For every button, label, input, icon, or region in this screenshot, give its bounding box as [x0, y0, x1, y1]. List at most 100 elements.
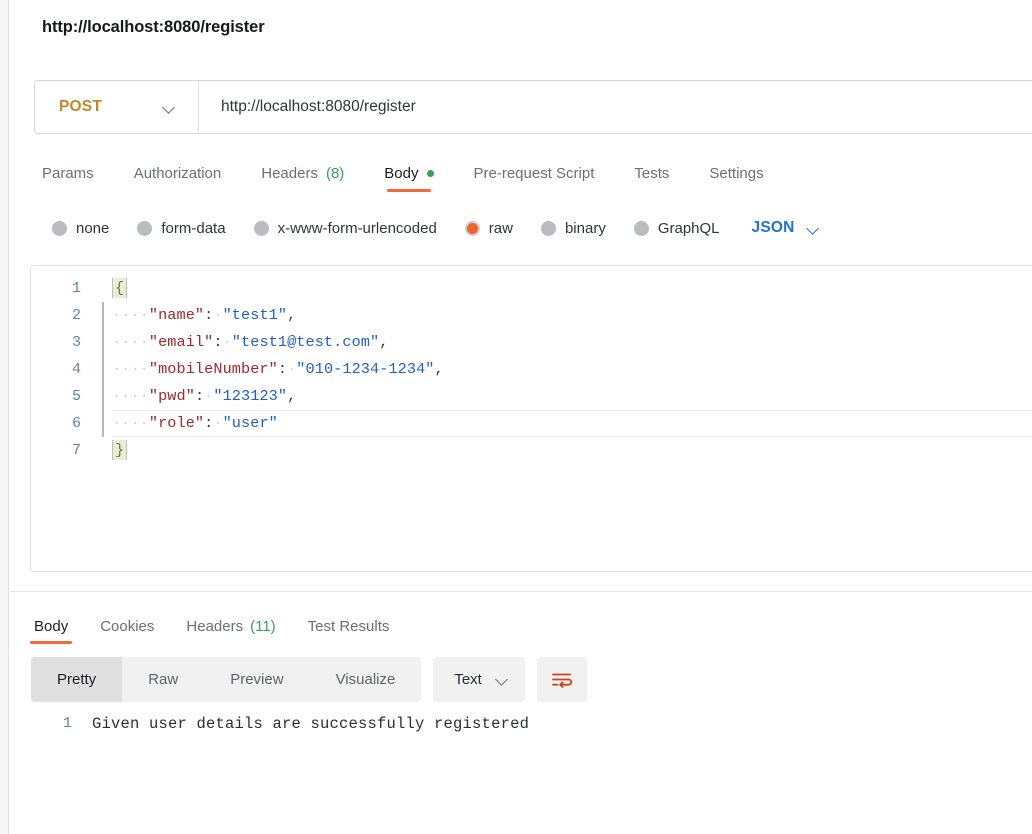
gap-ws: · [204, 387, 214, 405]
http-method-label: POST [59, 98, 103, 115]
response-body-text: Given user details are successfully regi… [92, 715, 530, 733]
indent-ws: ···· [112, 387, 149, 405]
json-key: "email" [148, 333, 214, 351]
body-type-form-data[interactable]: form-data [123, 220, 239, 237]
response-format-select[interactable]: Text [433, 657, 525, 702]
body-type-form-data-label: form-data [161, 219, 226, 237]
line-number: 6 [71, 415, 81, 432]
body-type-graphql-label: GraphQL [657, 219, 720, 237]
code-line: 7 } [31, 437, 1032, 464]
tab-authorization[interactable]: Authorization [114, 152, 242, 192]
radio-icon-none [52, 220, 67, 236]
gap-ws: · [213, 414, 223, 432]
fold-rail [99, 356, 112, 383]
http-method-select[interactable]: POST [35, 81, 199, 133]
indent-ws: ···· [112, 360, 149, 378]
body-type-urlencoded[interactable]: x-www-form-urlencoded [240, 220, 451, 237]
request-body-editor[interactable]: 1 { 2 ····"name":·"test1", 3 ····"email"… [30, 265, 1032, 572]
code-content: ····"role":·"user" [112, 410, 278, 437]
code-content: } [112, 437, 128, 464]
view-mode-raw-label: Raw [148, 671, 179, 688]
body-modified-dot-icon [426, 170, 434, 177]
json-colon: : [194, 387, 205, 405]
body-type-raw[interactable]: raw [451, 220, 527, 237]
json-key: "role" [148, 414, 205, 432]
view-mode-pretty[interactable]: Pretty [31, 657, 123, 702]
json-value: "010-1234-1234" [296, 360, 435, 378]
line-number: 1 [71, 280, 81, 297]
wrap-lines-button[interactable] [536, 657, 587, 702]
view-mode-preview-label: Preview [230, 671, 284, 688]
line-number: 7 [71, 442, 81, 459]
json-key: "name" [148, 306, 205, 324]
view-mode-visualize-label: Visualize [335, 671, 396, 688]
response-tab-cookies[interactable]: Cookies [84, 606, 170, 644]
wrap-lines-icon [551, 673, 572, 688]
body-type-binary[interactable]: binary [527, 220, 620, 237]
body-type-none-label: none [76, 219, 110, 237]
response-tab-body[interactable]: Body [18, 606, 84, 644]
view-mode-raw[interactable]: Raw [122, 657, 204, 702]
json-value: "test1" [222, 306, 288, 324]
response-body: 1 Given user details are successfully re… [10, 710, 1032, 834]
indent-ws: ···· [112, 306, 149, 324]
radio-icon-graphql [633, 220, 649, 236]
gap-ws: · [213, 306, 223, 324]
code-line: 3 ····"email":·"test1@test.com", [31, 329, 1032, 356]
indent-ws: ···· [112, 414, 149, 432]
tab-settings[interactable]: Settings [689, 152, 783, 192]
tab-body-label: Body [384, 165, 419, 182]
radio-icon-form-data [137, 220, 153, 236]
left-rail-divider [0, 0, 9, 834]
url-bar: POST http://localhost:8080/register [34, 80, 1032, 134]
gap-ws: · [287, 360, 297, 378]
response-view-controls: Pretty Raw Preview Visualize Text [31, 657, 587, 702]
fold-rail [99, 275, 112, 302]
response-tab-test-results[interactable]: Test Results [292, 606, 406, 644]
response-tabs: Body Cookies Headers (11) Test Results [18, 606, 405, 646]
json-key: "mobileNumber" [148, 360, 278, 378]
fold-rail [99, 302, 112, 329]
json-colon: : [204, 414, 214, 432]
json-colon: : [213, 333, 223, 351]
body-type-radio-group: none form-data x-www-form-urlencoded raw… [34, 211, 828, 245]
json-key: "pwd" [148, 387, 195, 405]
body-type-none[interactable]: none [34, 220, 123, 237]
fold-rail [99, 410, 112, 437]
response-line-number: 1 [62, 715, 72, 732]
tab-params[interactable]: Params [34, 152, 114, 192]
fold-rail [99, 383, 112, 410]
tab-pre-request-script[interactable]: Pre-request Script [454, 152, 615, 192]
code-line: 4 ····"mobileNumber":·"010-1234-1234", [31, 356, 1032, 383]
code-content: { [112, 275, 128, 302]
json-colon: : [277, 360, 288, 378]
json-colon: : [204, 306, 214, 324]
indent-ws: ···· [112, 333, 149, 351]
raw-format-select[interactable]: JSON [734, 219, 828, 237]
radio-icon-binary [540, 220, 556, 236]
tab-settings-label: Settings [709, 165, 764, 182]
response-tab-headers[interactable]: Headers (11) [170, 606, 291, 644]
response-tab-headers-label: Headers [186, 618, 244, 635]
body-type-graphql[interactable]: GraphQL [620, 220, 734, 237]
radio-icon-raw-selected [464, 220, 480, 236]
json-comma: , [434, 360, 444, 378]
view-mode-visualize[interactable]: Visualize [310, 657, 422, 702]
json-value: "123123" [213, 387, 288, 405]
json-value: "test1@test.com" [231, 333, 380, 351]
json-comma: , [379, 333, 389, 351]
view-mode-preview[interactable]: Preview [204, 657, 309, 702]
tab-tests[interactable]: Tests [614, 152, 689, 192]
tab-body[interactable]: Body [364, 152, 453, 192]
json-comma: , [287, 306, 297, 324]
raw-format-label: JSON [751, 219, 795, 236]
tab-params-label: Params [42, 165, 94, 182]
response-tab-headers-count: (11) [250, 618, 276, 635]
code-content: ····"email":·"test1@test.com", [112, 329, 388, 356]
code-content: ····"mobileNumber":·"010-1234-1234", [112, 356, 444, 383]
response-tab-test-results-label: Test Results [307, 618, 390, 635]
url-input[interactable]: http://localhost:8080/register [199, 81, 1032, 133]
tab-headers[interactable]: Headers (8) [241, 152, 364, 192]
response-format-label: Text [454, 671, 482, 688]
body-type-binary-label: binary [564, 219, 606, 237]
